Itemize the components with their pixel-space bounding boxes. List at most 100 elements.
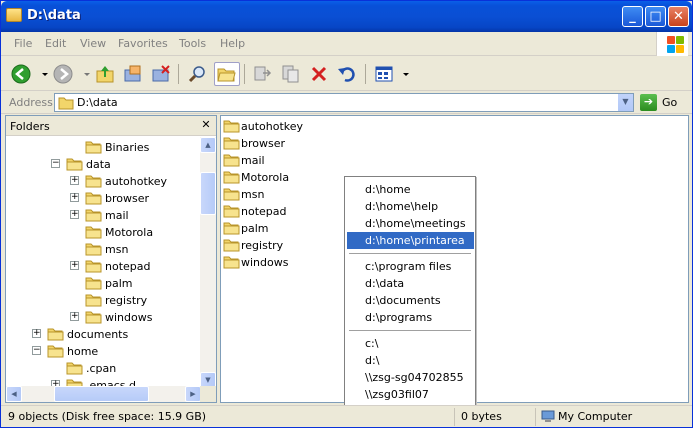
popup-path-item[interactable]: d:\programs bbox=[347, 309, 474, 326]
menu-favorites[interactable]: Favorites bbox=[118, 37, 168, 50]
popup-path-item[interactable]: d:\home\help bbox=[347, 198, 474, 215]
popup-path-item[interactable]: d:\home bbox=[347, 181, 474, 198]
popup-path-item[interactable]: \\zsg-sg04702855 bbox=[347, 369, 474, 386]
address-input[interactable]: D:\data ▼ bbox=[54, 93, 634, 112]
scroll-thumb[interactable] bbox=[200, 172, 216, 215]
go-button[interactable]: ➔ Go bbox=[638, 93, 686, 112]
tree-item-label: palm bbox=[105, 277, 133, 290]
expand-icon[interactable]: + bbox=[70, 261, 79, 270]
popup-path-item[interactable]: d:\data bbox=[347, 275, 474, 292]
file-item-label: msn bbox=[241, 188, 265, 201]
tree-item[interactable]: palm bbox=[6, 275, 201, 292]
horizontal-scroll-thumb[interactable] bbox=[54, 386, 149, 402]
address-dropdown-button[interactable]: ▼ bbox=[617, 94, 633, 111]
scroll-up-button[interactable]: ▲ bbox=[200, 137, 216, 153]
collapse-icon[interactable]: − bbox=[51, 159, 60, 168]
tree-item[interactable]: + notepad bbox=[6, 258, 201, 275]
tree-item[interactable]: − data bbox=[6, 156, 201, 173]
status-objects: 9 objects (Disk free space: 15.9 GB) bbox=[3, 408, 455, 426]
menu-edit[interactable]: Edit bbox=[45, 37, 66, 50]
tree-item[interactable]: + autohotkey bbox=[6, 173, 201, 190]
folder-icon bbox=[223, 221, 240, 235]
menu-help[interactable]: Help bbox=[220, 37, 245, 50]
folder-icon bbox=[223, 119, 240, 133]
tree-item-label: mail bbox=[105, 209, 129, 222]
forward-dropdown-icon[interactable] bbox=[76, 63, 90, 85]
views-icon[interactable] bbox=[373, 63, 395, 85]
go-arrow-icon: ➔ bbox=[640, 94, 657, 111]
copy-to-folder-icon[interactable] bbox=[122, 63, 144, 85]
scroll-left-button[interactable]: ◀ bbox=[6, 386, 22, 402]
title-bar[interactable]: D:\data _ □ ✕ bbox=[1, 1, 692, 32]
menu-file[interactable]: File bbox=[14, 37, 32, 50]
tree-item-label: documents bbox=[67, 328, 129, 341]
close-button[interactable]: ✕ bbox=[668, 6, 689, 27]
vertical-scrollbar[interactable]: ▲ ▼ bbox=[200, 137, 216, 388]
folders-pane: Folders ✕ Binaries − data + autohotkey + brows… bbox=[5, 115, 217, 403]
popup-path-item[interactable]: d:\home\meetings bbox=[347, 215, 474, 232]
back-dropdown-icon[interactable] bbox=[34, 63, 48, 85]
address-bar: Address D:\data ▼ ➔ Go bbox=[1, 91, 692, 114]
expand-icon[interactable]: + bbox=[70, 176, 79, 185]
status-location: My Computer bbox=[558, 410, 633, 423]
tree-item[interactable]: Binaries bbox=[6, 139, 201, 156]
expand-icon[interactable]: + bbox=[70, 210, 79, 219]
folder-icon bbox=[85, 293, 102, 307]
expand-icon[interactable]: + bbox=[70, 312, 79, 321]
folder-icon bbox=[85, 140, 102, 154]
expand-icon[interactable]: + bbox=[70, 193, 79, 202]
tree-item-label: home bbox=[67, 345, 99, 358]
tree-item[interactable]: + mail bbox=[6, 207, 201, 224]
delete-folder-icon[interactable] bbox=[150, 63, 172, 85]
tree-item[interactable]: msn bbox=[6, 241, 201, 258]
folder-icon bbox=[85, 259, 102, 273]
up-folder-icon[interactable] bbox=[94, 63, 116, 85]
file-item-label: autohotkey bbox=[241, 120, 304, 133]
menu-view[interactable]: View bbox=[80, 37, 106, 50]
tree-item[interactable]: Motorola bbox=[6, 224, 201, 241]
views-dropdown-icon[interactable] bbox=[395, 63, 409, 85]
horizontal-scrollbar[interactable]: ◀ ▶ bbox=[6, 386, 201, 402]
file-item-label: Motorola bbox=[241, 171, 290, 184]
scroll-right-button[interactable]: ▶ bbox=[185, 386, 201, 402]
popup-path-item[interactable]: d:\documents bbox=[347, 292, 474, 309]
copy-to-icon[interactable] bbox=[280, 63, 302, 85]
folders-title: Folders bbox=[10, 120, 50, 133]
menu-tools[interactable]: Tools bbox=[179, 37, 206, 50]
collapse-icon[interactable]: − bbox=[32, 346, 41, 355]
folder-icon bbox=[85, 191, 102, 205]
expand-icon[interactable]: + bbox=[32, 329, 41, 338]
tree-item[interactable]: .cpan bbox=[6, 360, 201, 377]
toolbar-separator bbox=[244, 64, 245, 84]
popup-path-item[interactable]: d:\home\printarea bbox=[347, 232, 474, 249]
tree-item[interactable]: + browser bbox=[6, 190, 201, 207]
folders-close-button[interactable]: ✕ bbox=[199, 118, 213, 132]
folder-icon bbox=[223, 204, 240, 218]
tree-item[interactable]: + documents bbox=[6, 326, 201, 343]
folders-icon[interactable] bbox=[214, 62, 240, 86]
forward-icon[interactable] bbox=[52, 63, 74, 85]
folder-icon bbox=[58, 97, 74, 110]
maximize-button[interactable]: □ bbox=[645, 6, 666, 27]
popup-path-item[interactable]: c:\ bbox=[347, 335, 474, 352]
tree-item[interactable]: − home bbox=[6, 343, 201, 360]
move-to-icon[interactable] bbox=[251, 63, 273, 85]
address-value: D:\data bbox=[77, 96, 118, 109]
toolbar bbox=[1, 57, 692, 91]
tree-item-label: browser bbox=[105, 192, 150, 205]
delete-icon[interactable] bbox=[308, 63, 330, 85]
address-label: Address bbox=[9, 96, 53, 109]
undo-icon[interactable] bbox=[336, 63, 358, 85]
menu-bar: File Edit View Favorites Tools Help bbox=[1, 32, 692, 56]
back-icon[interactable] bbox=[10, 63, 32, 85]
tree-item[interactable]: + windows bbox=[6, 309, 201, 326]
minimize-button[interactable]: _ bbox=[622, 6, 643, 27]
tree-item[interactable]: registry bbox=[6, 292, 201, 309]
popup-path-item[interactable]: d:\ bbox=[347, 352, 474, 369]
folder-icon bbox=[47, 327, 64, 341]
popup-path-item[interactable]: \\zsg03fil07 bbox=[347, 386, 474, 403]
file-item-label: palm bbox=[241, 222, 269, 235]
popup-path-item[interactable]: c:\program files bbox=[347, 258, 474, 275]
folder-icon bbox=[223, 187, 240, 201]
search-icon[interactable] bbox=[187, 63, 209, 85]
